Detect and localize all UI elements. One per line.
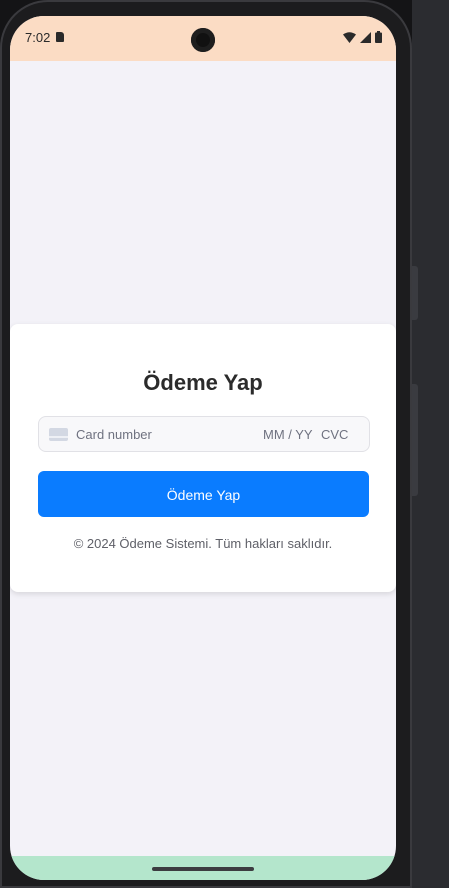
credit-card-icon xyxy=(49,428,68,441)
app-screen: 7:02 Ödeme Yap Card number MM / YY CVC Ö… xyxy=(10,16,396,880)
payment-card: Ödeme Yap Card number MM / YY CVC Ödeme … xyxy=(10,324,396,592)
card-details-input[interactable]: Card number MM / YY CVC xyxy=(38,416,370,452)
card-cvc-field[interactable]: CVC xyxy=(321,427,348,442)
front-camera xyxy=(191,28,215,52)
sim-card-icon xyxy=(56,32,64,42)
battery-icon xyxy=(375,31,382,43)
card-expiry-field[interactable]: MM / YY xyxy=(263,427,313,442)
pay-button[interactable]: Ödeme Yap xyxy=(38,471,369,517)
copyright-footer: © 2024 Ödeme Sistemi. Tüm hakları saklıd… xyxy=(73,536,333,551)
payment-title: Ödeme Yap xyxy=(143,370,263,395)
volume-button xyxy=(412,266,418,320)
home-indicator[interactable] xyxy=(152,867,254,871)
status-bar: 7:02 xyxy=(10,16,396,61)
signal-icon xyxy=(360,31,371,43)
status-time: 7:02 xyxy=(25,30,51,45)
phone-device: 7:02 Ödeme Yap Card number MM / YY CVC Ö… xyxy=(0,0,418,888)
card-number-field[interactable]: Card number xyxy=(76,427,152,442)
wifi-icon xyxy=(343,31,356,43)
navigation-bar xyxy=(10,856,396,880)
power-button xyxy=(412,384,418,496)
status-icons xyxy=(343,30,382,44)
